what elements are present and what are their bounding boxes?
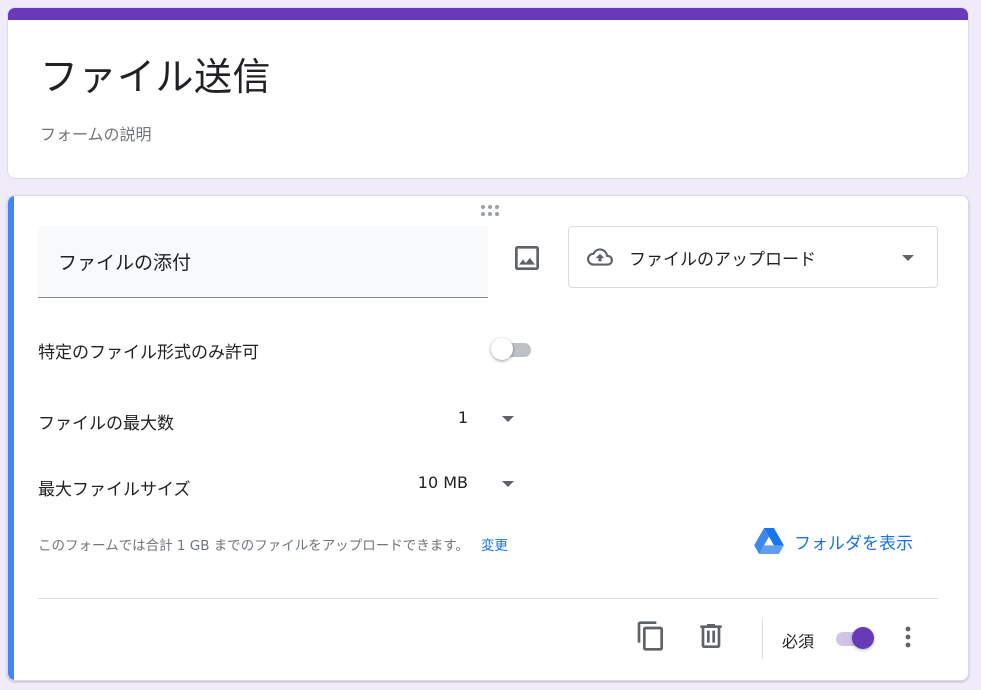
form-description[interactable]: フォームの説明 — [40, 123, 152, 147]
specific-types-toggle[interactable] — [491, 337, 535, 361]
add-image-button[interactable] — [511, 242, 543, 274]
delete-button[interactable] — [695, 620, 727, 652]
required-toggle[interactable] — [832, 626, 876, 650]
duplicate-button[interactable] — [635, 620, 667, 652]
max-size-dropdown[interactable]: 10 MB — [408, 467, 528, 499]
delete-icon — [700, 624, 722, 648]
max-size-label: 最大ファイルサイズ — [38, 480, 191, 500]
cloud-upload-icon — [587, 248, 613, 266]
question-title-text: ファイルの添付 — [58, 252, 192, 274]
footer-divider — [38, 598, 938, 599]
form-title-card: ファイル送信 フォームの説明 — [7, 7, 969, 179]
copy-icon — [637, 621, 663, 651]
required-label: 必須 — [782, 632, 815, 651]
active-question-indicator — [8, 196, 14, 680]
google-drive-icon — [754, 528, 784, 554]
chevron-down-icon — [902, 255, 914, 261]
more-options-button[interactable] — [892, 621, 924, 653]
max-files-value: 1 — [457, 408, 468, 427]
image-icon — [515, 246, 539, 270]
form-title[interactable]: ファイル送信 — [40, 52, 271, 102]
chevron-down-icon — [502, 416, 514, 422]
view-folder-label: フォルダを表示 — [794, 534, 913, 554]
more-vert-icon — [905, 626, 911, 648]
specific-types-label: 特定のファイル形式のみ許可 — [38, 343, 259, 363]
drag-handle-icon[interactable] — [480, 204, 502, 218]
question-title-input[interactable]: ファイルの添付 — [38, 226, 488, 298]
max-files-label: ファイルの最大数 — [38, 414, 174, 434]
question-card[interactable]: ファイルの添付 ファイルのアップロード 特定のファイル形式のみ許可 ファイルの最… — [7, 195, 969, 681]
question-type-label: ファイルのアップロード — [629, 250, 816, 270]
change-quota-link[interactable]: 変更 — [481, 538, 508, 554]
footer-vertical-divider — [762, 619, 763, 659]
max-size-value: 10 MB — [417, 473, 468, 492]
chevron-down-icon — [502, 481, 514, 487]
quota-note: このフォームでは合計 1 GB までのファイルをアップロードできます。 変更 — [38, 534, 508, 554]
form-accent-bar — [8, 8, 968, 20]
question-type-dropdown[interactable]: ファイルのアップロード — [568, 226, 938, 288]
quota-note-text: このフォームでは合計 1 GB までのファイルをアップロードできます。 — [38, 538, 469, 554]
max-files-dropdown[interactable]: 1 — [408, 402, 528, 434]
